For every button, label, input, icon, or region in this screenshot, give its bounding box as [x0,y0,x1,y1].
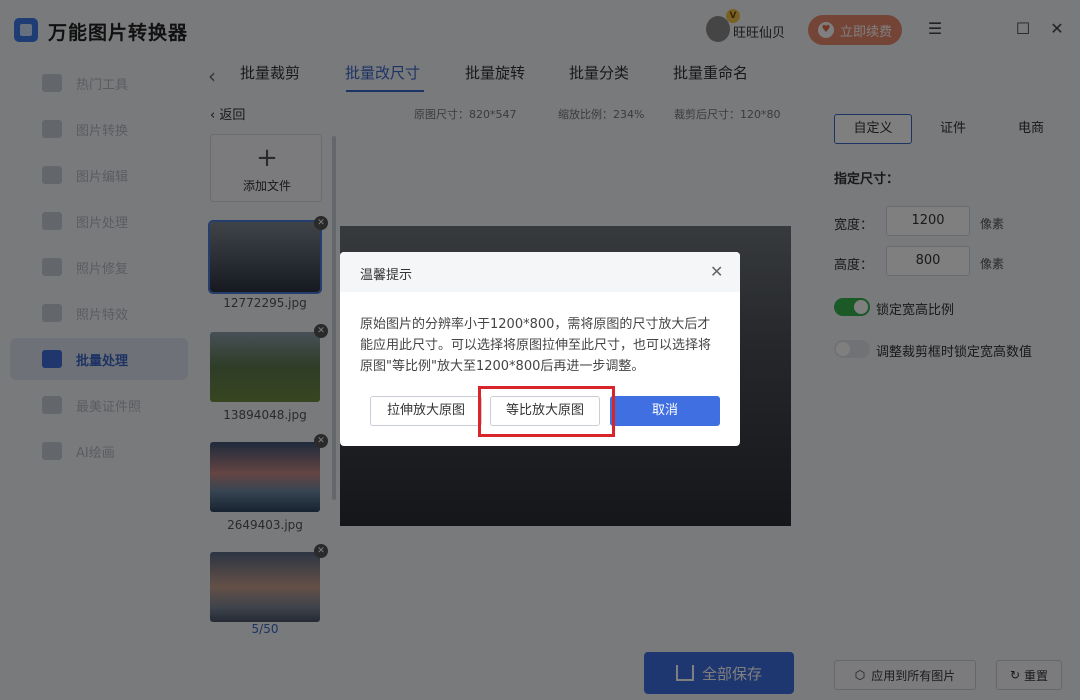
dialog-header: 温馨提示 ✕ [340,252,740,292]
highlight-annotation [478,386,615,437]
cancel-button[interactable]: 取消 [610,396,720,426]
dialog-close-icon[interactable]: ✕ [710,262,723,281]
dialog-title: 温馨提示 [360,268,413,283]
dialog-message: 原始图片的分辨率小于1200*800，需将原图的尺寸放大后才能应用此尺寸。可以选… [360,317,712,374]
stretch-button[interactable]: 拉伸放大原图 [370,396,482,426]
